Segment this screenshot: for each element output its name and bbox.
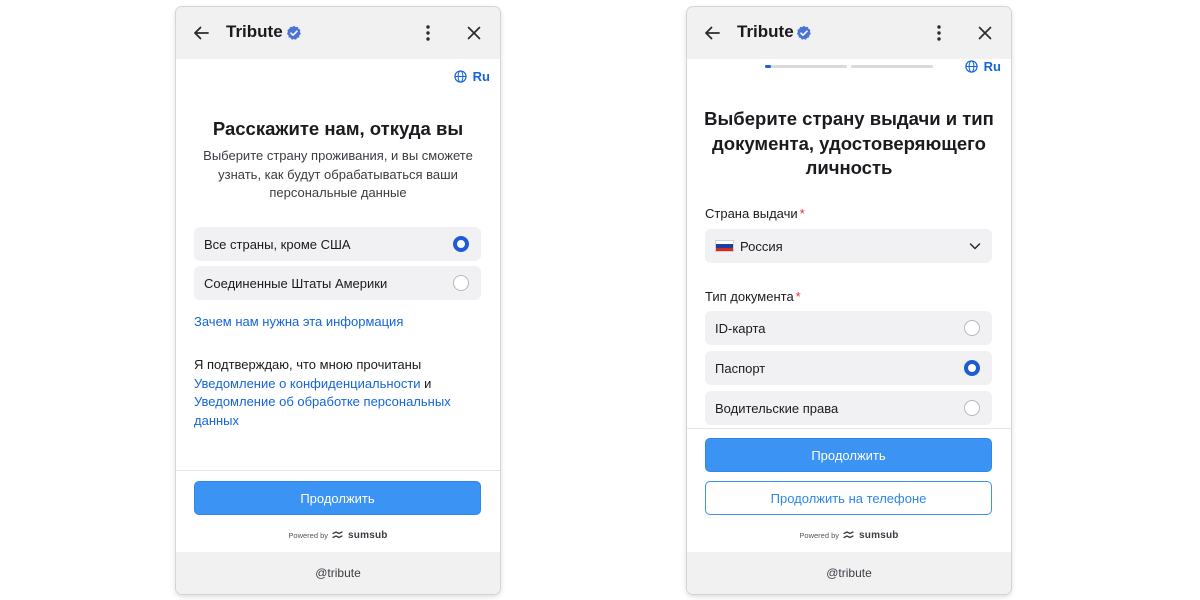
language-label: Ru xyxy=(472,69,490,84)
powered-by-label: Powered by xyxy=(799,531,840,540)
option-label: ID-карта xyxy=(715,320,766,336)
close-icon[interactable] xyxy=(975,23,995,43)
footer-handle: @tribute xyxy=(826,566,872,580)
document-selection-screen: Tribute Ru Выберите страну выдачи и тип … xyxy=(687,7,1011,594)
top-bar: Tribute xyxy=(687,7,1011,59)
verified-badge-icon xyxy=(796,25,811,40)
option-usa[interactable]: Соединенные Штаты Америки xyxy=(194,266,481,300)
data-processing-notice-link[interactable]: Уведомление об обработке персональных да… xyxy=(194,394,451,428)
option-label: Соединенные Штаты Америки xyxy=(204,275,388,291)
required-mark: * xyxy=(799,206,805,221)
russia-flag-icon xyxy=(715,240,734,252)
option-all-countries-except-usa[interactable]: Все страны, кроме США xyxy=(194,227,481,261)
radio-unchecked[interactable] xyxy=(453,275,469,291)
continue-button[interactable]: Продолжить xyxy=(705,438,992,472)
country-label-text: Страна выдачи xyxy=(705,206,798,221)
document-type-field-label: Тип документа * xyxy=(705,289,801,304)
app-title: Tribute xyxy=(226,22,283,41)
powered-by: Powered by sumsub xyxy=(687,530,1011,541)
chevron-down-icon xyxy=(969,243,981,250)
footer-handle: @tribute xyxy=(315,566,361,580)
top-bar: Tribute xyxy=(176,7,500,59)
option-label: Все страны, кроме США xyxy=(204,236,351,252)
country-value: Россия xyxy=(740,238,783,254)
more-vertical-icon[interactable] xyxy=(929,23,949,43)
divider xyxy=(687,428,1011,429)
globe-icon xyxy=(453,70,467,83)
why-info-link-row: Зачем нам нужна эта информация xyxy=(194,313,484,332)
option-label: Паспорт xyxy=(715,360,766,376)
consent-screen: Tribute Ru Расскажите нам, откуда вы Выб… xyxy=(176,7,500,594)
arrow-left-icon[interactable] xyxy=(191,23,211,43)
language-label: Ru xyxy=(983,59,1001,74)
radio-unchecked[interactable] xyxy=(964,400,980,416)
divider xyxy=(176,470,500,471)
arrow-left-icon[interactable] xyxy=(702,23,722,43)
page-title-line-3: личность xyxy=(805,157,893,178)
progress-fill xyxy=(765,65,771,68)
language-switcher[interactable]: Ru xyxy=(453,69,490,84)
sumsub-brand: sumsub xyxy=(348,530,388,541)
country-select[interactable]: Россия xyxy=(705,229,992,263)
why-info-link[interactable]: Зачем нам нужна эта информация xyxy=(194,314,403,329)
radio-checked[interactable] xyxy=(964,360,980,376)
country-field-label: Страна выдачи * xyxy=(705,206,805,221)
doc-type-label-text: Тип документа xyxy=(705,289,794,304)
progress-step-1 xyxy=(765,65,847,68)
powered-by: Powered by sumsub xyxy=(176,530,500,541)
page-title-line-2: документа, удостоверяющего xyxy=(712,132,986,154)
sumsub-logo-icon xyxy=(332,531,343,539)
footer: @tribute xyxy=(176,552,500,594)
more-vertical-icon[interactable] xyxy=(418,23,438,43)
page-title-line-1: Выберите страну выдачи и тип xyxy=(704,108,994,129)
page-title: Выберите страну выдачи и тип документа, … xyxy=(687,107,1011,181)
sumsub-brand: sumsub xyxy=(859,530,899,541)
consent-text: Я подтверждаю, что мною прочитаны Уведом… xyxy=(194,356,484,430)
consent-prefix: Я подтверждаю, что мною прочитаны xyxy=(194,357,422,372)
continue-button[interactable]: Продолжить xyxy=(194,481,481,515)
page-subtitle: Выберите страну проживания, и вы сможете… xyxy=(203,148,473,200)
continue-on-phone-button[interactable]: Продолжить на телефоне xyxy=(705,481,992,515)
option-label: Водительские права xyxy=(715,400,839,416)
footer: @tribute xyxy=(687,552,1011,594)
app-title: Tribute xyxy=(737,22,794,41)
verified-badge-icon xyxy=(286,25,301,40)
privacy-notice-link[interactable]: Уведомление о конфиденциальности xyxy=(194,376,421,391)
language-switcher[interactable]: Ru xyxy=(964,59,1001,74)
required-mark: * xyxy=(795,289,801,304)
doc-type-passport[interactable]: Паспорт xyxy=(705,351,992,385)
doc-type-drivers-license[interactable]: Водительские права xyxy=(705,391,992,425)
powered-by-label: Powered by xyxy=(288,531,329,540)
progress-step-2 xyxy=(851,65,933,68)
close-icon[interactable] xyxy=(464,23,484,43)
radio-unchecked[interactable] xyxy=(964,320,980,336)
sumsub-logo-icon xyxy=(843,531,854,539)
consent-and: и xyxy=(420,375,432,391)
page-title: Расскажите нам, откуда вы xyxy=(212,118,464,139)
globe-icon xyxy=(964,60,978,73)
radio-checked[interactable] xyxy=(453,236,469,252)
doc-type-id-card[interactable]: ID-карта xyxy=(705,311,992,345)
